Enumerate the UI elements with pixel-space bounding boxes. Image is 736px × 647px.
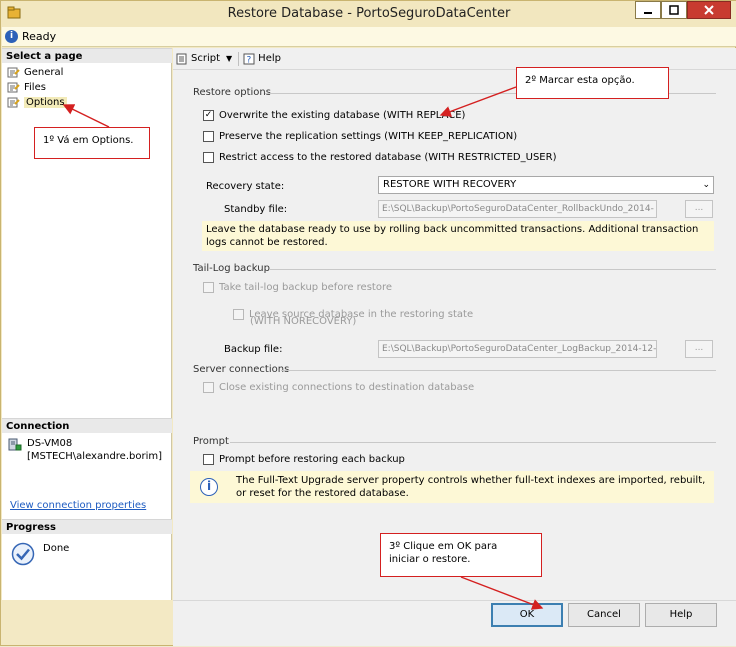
prompt-label: Prompt before restoring each backup — [219, 454, 405, 465]
overwrite-label: Overwrite the existing database (WITH RE… — [219, 110, 466, 121]
callout-step-3-line-2: iniciar o restore. — [389, 554, 471, 565]
view-connection-properties-link[interactable]: View connection properties — [10, 500, 146, 511]
info-icon: i — [200, 478, 218, 496]
script-label: Script — [191, 53, 221, 64]
overwrite-checkbox-row[interactable]: ✓ Overwrite the existing database (WITH … — [203, 110, 465, 121]
page-icon — [7, 82, 20, 92]
options-page: Script ▼ ? Help Restore options ✓ Overwr… — [173, 48, 736, 600]
progress-status: Done — [43, 543, 70, 554]
select-page-header: Select a page — [2, 48, 172, 63]
page-item-general[interactable]: General — [7, 65, 63, 79]
callout-step-1: 1º Vá em Options. — [34, 127, 150, 159]
backup-file-browse-button[interactable]: ... — [685, 340, 713, 358]
script-button[interactable]: Script ▼ — [176, 53, 232, 65]
help-icon: ? — [243, 53, 255, 65]
minimize-button[interactable] — [635, 1, 661, 19]
close-connections-checkbox[interactable] — [203, 382, 214, 393]
toolbar-divider — [238, 51, 240, 66]
page-item-label: Options — [24, 96, 67, 108]
callout-step-3: 3º Clique em OK para iniciar o restore. — [380, 533, 542, 577]
maximize-icon — [669, 5, 679, 15]
status-bar: i Ready — [2, 27, 736, 47]
prompt-checkbox-row[interactable]: Prompt before restoring each backup — [203, 454, 405, 465]
group-divider — [230, 442, 716, 443]
recovery-state-label: Recovery state: — [206, 181, 285, 192]
take-tail-log-checkbox[interactable] — [203, 282, 214, 293]
full-text-info-text: The Full-Text Upgrade server property co… — [236, 475, 706, 499]
info-icon: i — [5, 30, 18, 43]
window-title: Restore Database - PortoSeguroDataCenter — [227, 6, 511, 21]
svg-text:?: ? — [247, 55, 252, 65]
help-button[interactable]: ? Help — [243, 53, 281, 65]
restore-database-window: Restore Database - PortoSeguroDataCenter… — [0, 0, 736, 646]
leave-source-checkbox[interactable] — [233, 309, 244, 320]
help-button[interactable]: Help — [645, 603, 717, 627]
checkmark-icon — [11, 542, 35, 566]
backup-file-label: Backup file: — [224, 344, 283, 355]
standby-file-label: Standby file: — [224, 204, 288, 215]
preserve-replication-label: Preserve the replication settings (WITH … — [219, 131, 518, 142]
script-icon — [176, 53, 187, 64]
standby-file-input[interactable]: E:\SQL\Backup\PortoSeguroDataCenter_Roll… — [378, 200, 657, 218]
close-icon — [704, 5, 714, 15]
prompt-checkbox[interactable] — [203, 454, 214, 465]
close-button[interactable] — [687, 1, 731, 19]
recovery-state-select[interactable]: RESTORE WITH RECOVERY ⌄ — [378, 176, 714, 194]
window-controls — [635, 1, 731, 19]
chevron-down-icon: ▼ — [226, 54, 233, 63]
recovery-state-description: Leave the database ready to use by rolli… — [202, 221, 714, 251]
ok-button[interactable]: OK — [491, 603, 563, 627]
help-label: Help — [258, 53, 281, 64]
title-bar: Restore Database - PortoSeguroDataCenter — [1, 1, 736, 27]
restrict-access-checkbox-row[interactable]: Restrict access to the restored database… — [203, 152, 556, 163]
page-item-label: Files — [24, 81, 46, 93]
take-tail-log-checkbox-row[interactable]: Take tail-log backup before restore — [203, 282, 392, 293]
tail-log-backup-title: Tail-Log backup — [193, 263, 270, 274]
maximize-button[interactable] — [661, 1, 687, 19]
cancel-button[interactable]: Cancel — [568, 603, 640, 627]
server-icon — [8, 438, 22, 451]
close-connections-label: Close existing connections to destinatio… — [219, 382, 475, 393]
page-item-files[interactable]: Files — [7, 80, 46, 94]
backup-file-input[interactable]: E:\SQL\Backup\PortoSeguroDataCenter_LogB… — [378, 340, 657, 358]
status-text: Ready — [22, 30, 57, 43]
dialog-footer: OK Cancel Help — [173, 600, 736, 646]
standby-file-browse-button[interactable]: ... — [685, 200, 713, 218]
take-tail-log-label: Take tail-log backup before restore — [219, 282, 393, 293]
preserve-replication-checkbox-row[interactable]: Preserve the replication settings (WITH … — [203, 131, 517, 142]
server-connections-title: Server connections — [193, 364, 290, 375]
page-icon — [7, 97, 20, 107]
leave-source-sublabel: (WITH NORECOVERY) — [250, 316, 357, 327]
page-item-label: General — [24, 66, 64, 78]
page-item-options[interactable]: Options — [7, 95, 67, 109]
connection-user: [MSTECH\alexandre.borim] — [27, 451, 163, 462]
close-connections-checkbox-row[interactable]: Close existing connections to destinatio… — [203, 382, 474, 393]
chevron-down-icon: ⌄ — [702, 180, 710, 190]
connection-header: Connection — [2, 418, 172, 433]
restore-options-title: Restore options — [193, 87, 271, 98]
prompt-title: Prompt — [193, 436, 229, 447]
callout-step-2: 2º Marcar esta opção. — [516, 67, 669, 99]
group-divider — [269, 269, 716, 270]
restrict-access-checkbox[interactable] — [203, 152, 214, 163]
server-name: DS-VM08 — [27, 438, 73, 449]
group-divider — [281, 370, 716, 371]
callout-step-3-line-1: 3º Clique em OK para — [389, 541, 498, 552]
page-icon — [7, 67, 20, 77]
progress-header: Progress — [2, 519, 172, 534]
overwrite-checkbox[interactable]: ✓ — [203, 110, 214, 121]
recovery-state-value: RESTORE WITH RECOVERY — [383, 179, 517, 190]
minimize-icon — [644, 12, 652, 14]
preserve-replication-checkbox[interactable] — [203, 131, 214, 142]
restrict-access-label: Restrict access to the restored database… — [219, 152, 557, 163]
